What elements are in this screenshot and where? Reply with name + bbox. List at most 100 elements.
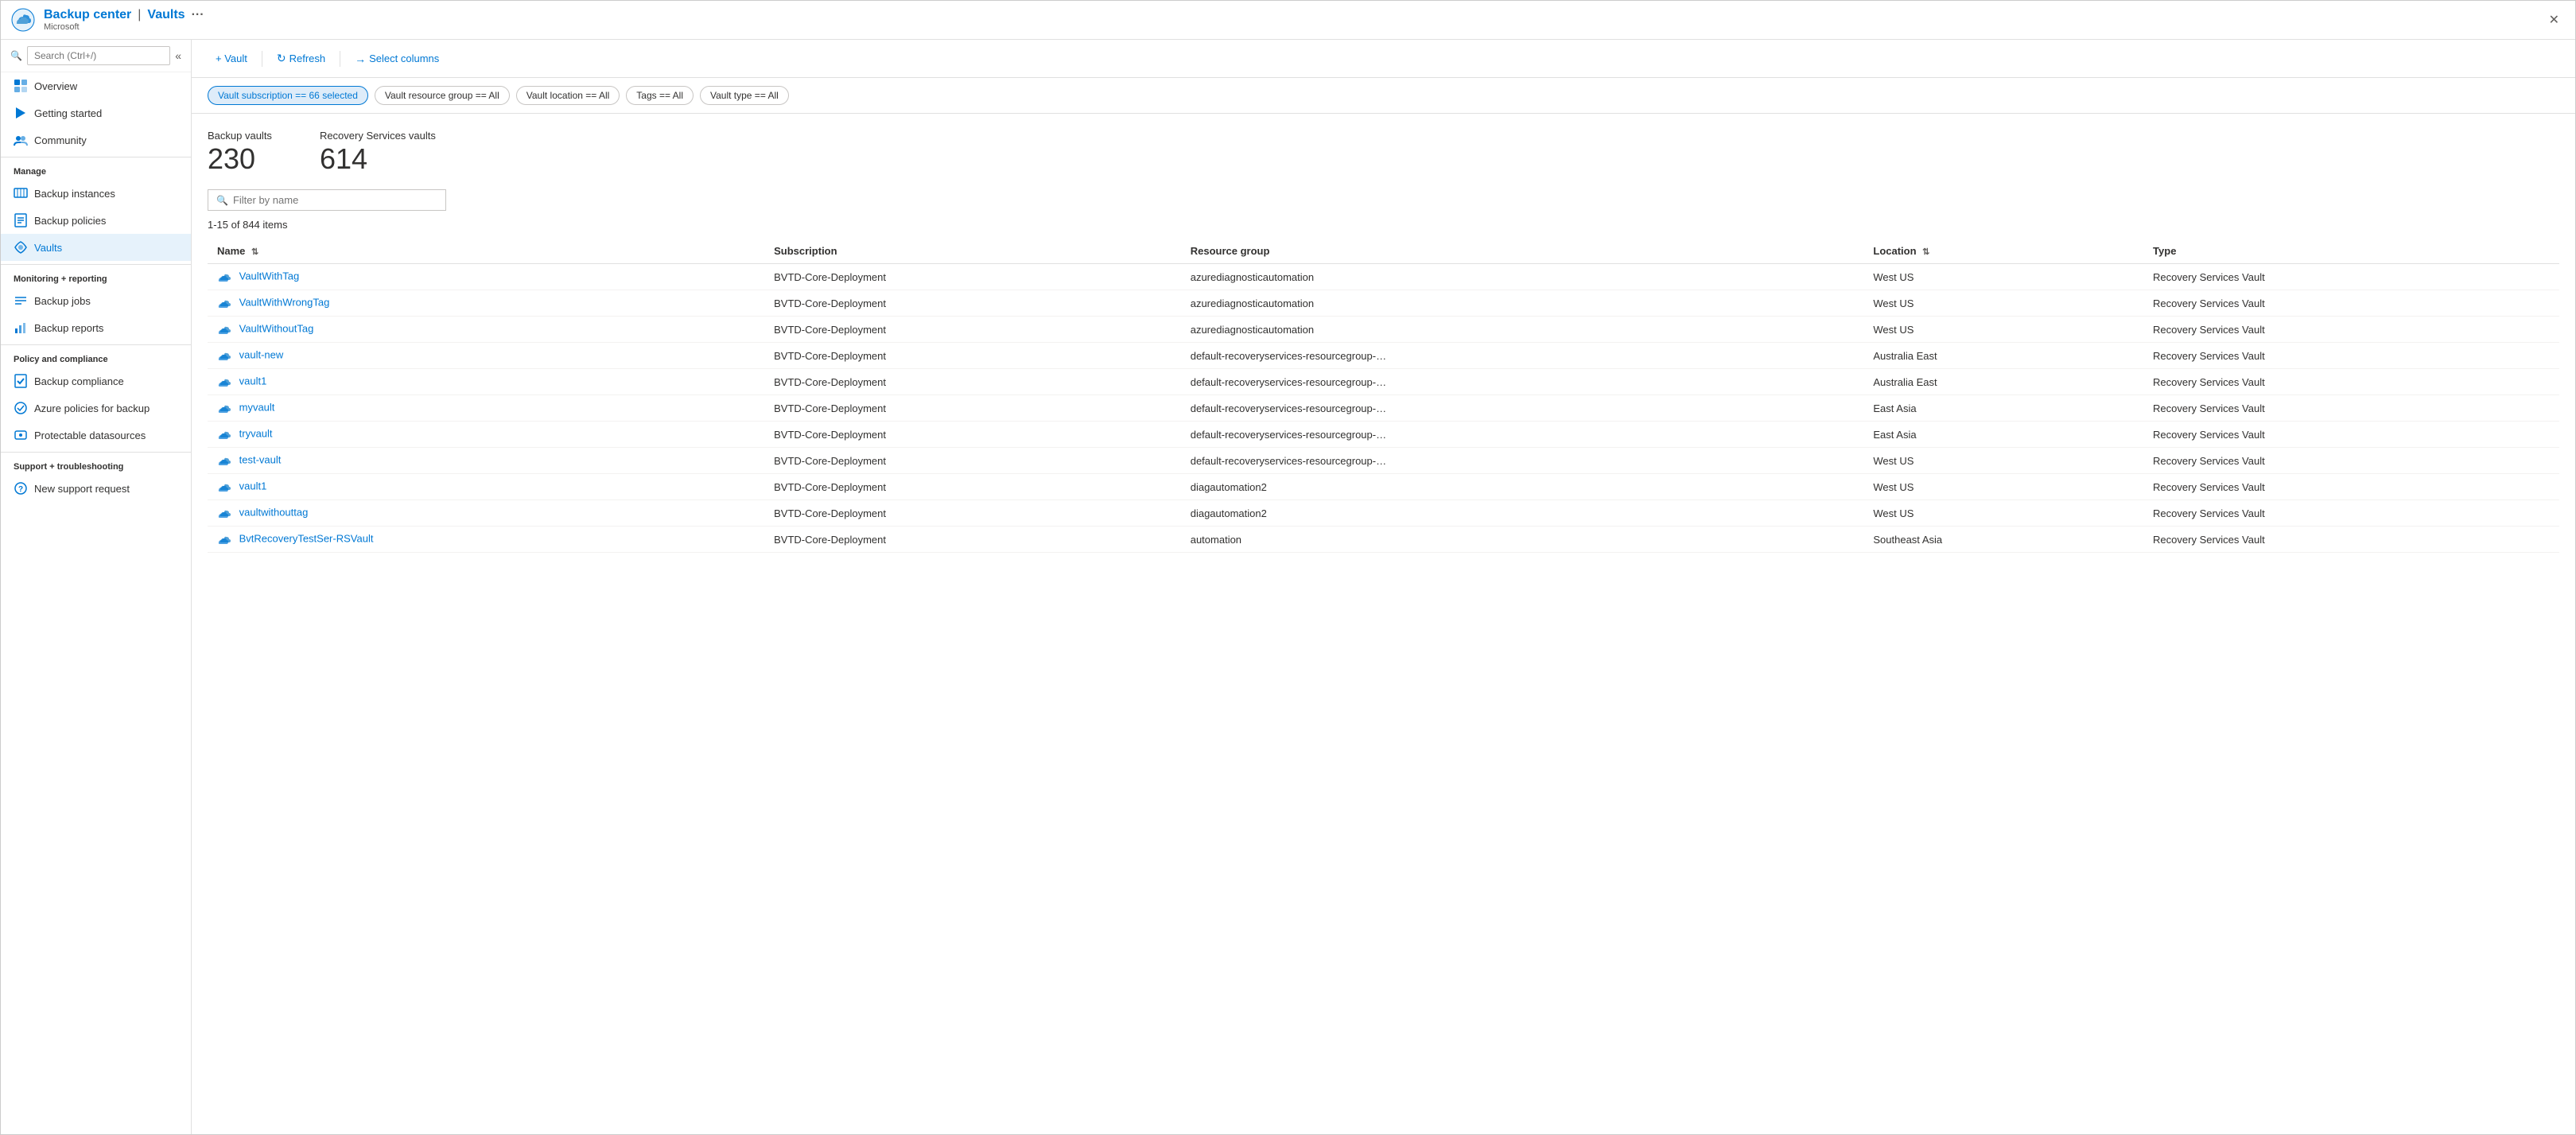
sidebar-item-community[interactable]: Community xyxy=(1,126,191,154)
refresh-icon: ↻ xyxy=(277,52,286,65)
title-bar-text: Backup center | Vaults ··· Microsoft xyxy=(44,8,2543,32)
sidebar-item-new-support-request[interactable]: ? New support request xyxy=(1,475,191,502)
search-input[interactable] xyxy=(27,46,170,65)
cell-type: Recovery Services Vault xyxy=(2143,500,2559,527)
close-button[interactable]: ✕ xyxy=(2543,9,2566,31)
vault-name-link[interactable]: test-vault xyxy=(239,453,282,465)
new-support-request-icon: ? xyxy=(14,481,28,496)
cell-resource-group: azurediagnosticautomation xyxy=(1181,317,1864,343)
filter-bar: Vault subscription == 66 selected Vault … xyxy=(192,78,2575,114)
column-header-name[interactable]: Name ⇅ xyxy=(208,239,764,264)
vaults-icon xyxy=(14,240,28,255)
cell-subscription: BVTD-Core-Deployment xyxy=(764,474,1181,500)
vault-name-link[interactable]: vaultwithouttag xyxy=(239,506,309,518)
filter-pill-vault-type[interactable]: Vault type == All xyxy=(700,86,789,105)
cell-type: Recovery Services Vault xyxy=(2143,369,2559,395)
section-header-manage: Manage xyxy=(1,157,191,180)
filter-by-name-input[interactable] xyxy=(233,194,437,206)
filter-input-container: 🔍 xyxy=(208,189,446,211)
sidebar-item-label: Protectable datasources xyxy=(34,430,146,441)
title-bar: Backup center | Vaults ··· Microsoft ✕ xyxy=(1,1,2575,40)
vault-name-link[interactable]: vault1 xyxy=(239,375,267,387)
sidebar-item-backup-jobs[interactable]: Backup jobs xyxy=(1,287,191,314)
cell-resource-group: azurediagnosticautomation xyxy=(1181,290,1864,317)
vault-name-link[interactable]: myvault xyxy=(239,401,275,413)
cell-name: vault-new xyxy=(208,343,764,369)
stat-label: Backup vaults xyxy=(208,130,272,142)
filter-pill-location[interactable]: Vault location == All xyxy=(516,86,620,105)
cell-type: Recovery Services Vault xyxy=(2143,395,2559,422)
filter-pill-resource-group[interactable]: Vault resource group == All xyxy=(375,86,510,105)
vault-name-link[interactable]: VaultWithTag xyxy=(239,270,300,282)
sidebar-item-label: Azure policies for backup xyxy=(34,402,150,414)
sidebar-item-label: Vaults xyxy=(34,242,62,254)
sidebar-item-protectable-datasources[interactable]: Protectable datasources xyxy=(1,422,191,449)
column-header-location[interactable]: Location ⇅ xyxy=(1863,239,2143,264)
sidebar-item-getting-started[interactable]: Getting started xyxy=(1,99,191,126)
stat-value: 614 xyxy=(320,145,436,173)
cell-type: Recovery Services Vault xyxy=(2143,474,2559,500)
column-header-subscription[interactable]: Subscription xyxy=(764,239,1181,264)
stat-backup-vaults: Backup vaults 230 xyxy=(208,130,272,173)
refresh-button[interactable]: ↻ Refresh xyxy=(269,48,333,69)
table-row: tryvault BVTD-Core-Deployment default-re… xyxy=(208,422,2559,448)
filter-pill-subscription[interactable]: Vault subscription == 66 selected xyxy=(208,86,368,105)
cell-resource-group: diagautomation2 xyxy=(1181,500,1864,527)
vault-name-link[interactable]: BvtRecoveryTestSer-RSVault xyxy=(239,532,374,544)
cell-resource-group: default-recoveryservices-resourcegroup-… xyxy=(1181,448,1864,474)
sidebar-item-label: Getting started xyxy=(34,107,102,119)
sidebar-collapse-button[interactable]: « xyxy=(175,49,181,62)
title-ellipsis[interactable]: ··· xyxy=(192,8,204,22)
table-row: myvault BVTD-Core-Deployment default-rec… xyxy=(208,395,2559,422)
cell-location: West US xyxy=(1863,500,2143,527)
vaults-table: Name ⇅ Subscription Resource group xyxy=(208,239,2559,553)
section-header-policy: Policy and compliance xyxy=(1,344,191,367)
cell-location: West US xyxy=(1863,290,2143,317)
column-header-resource-group[interactable]: Resource group xyxy=(1181,239,1864,264)
cell-subscription: BVTD-Core-Deployment xyxy=(764,500,1181,527)
table-row: VaultWithoutTag BVTD-Core-Deployment azu… xyxy=(208,317,2559,343)
vault-name-link[interactable]: VaultWithWrongTag xyxy=(239,296,330,308)
sidebar-item-backup-instances[interactable]: Backup instances xyxy=(1,180,191,207)
cell-type: Recovery Services Vault xyxy=(2143,448,2559,474)
items-count: 1-15 of 844 items xyxy=(208,219,2559,231)
sidebar-item-vaults[interactable]: Vaults xyxy=(1,234,191,261)
select-columns-button[interactable]: → Select columns xyxy=(347,49,447,69)
content-area: 🔍 1-15 of 844 items Name ⇅ xyxy=(192,181,2575,1134)
main-content: + Vault ↻ Refresh → Select columns Vault… xyxy=(192,40,2575,1134)
cell-resource-group: azurediagnosticautomation xyxy=(1181,264,1864,290)
sidebar-item-backup-reports[interactable]: Backup reports xyxy=(1,314,191,341)
backup-reports-icon xyxy=(14,321,28,335)
sidebar-item-label: Backup jobs xyxy=(34,295,91,307)
vault-name-link[interactable]: vault-new xyxy=(239,348,284,360)
column-header-type[interactable]: Type xyxy=(2143,239,2559,264)
cell-name: vault1 xyxy=(208,474,764,500)
cell-subscription: BVTD-Core-Deployment xyxy=(764,343,1181,369)
cell-location: Southeast Asia xyxy=(1863,527,2143,553)
filter-label: Vault resource group == All xyxy=(385,90,499,101)
toolbar: + Vault ↻ Refresh → Select columns xyxy=(192,40,2575,78)
stat-label: Recovery Services vaults xyxy=(320,130,436,142)
table-header-row: Name ⇅ Subscription Resource group xyxy=(208,239,2559,264)
section-header-support: Support + troubleshooting xyxy=(1,452,191,475)
sidebar-item-overview[interactable]: Overview xyxy=(1,72,191,99)
add-vault-button[interactable]: + Vault xyxy=(208,49,255,68)
community-icon xyxy=(14,133,28,147)
filter-pill-tags[interactable]: Tags == All xyxy=(626,86,694,105)
sidebar-item-backup-compliance[interactable]: Backup compliance xyxy=(1,367,191,395)
vault-name-link[interactable]: tryvault xyxy=(239,427,273,439)
cell-type: Recovery Services Vault xyxy=(2143,527,2559,553)
cell-subscription: BVTD-Core-Deployment xyxy=(764,527,1181,553)
section-header-monitoring: Monitoring + reporting xyxy=(1,264,191,287)
search-icon: 🔍 xyxy=(10,50,22,61)
table-row: VaultWithWrongTag BVTD-Core-Deployment a… xyxy=(208,290,2559,317)
title-separator: | xyxy=(138,8,141,22)
app-name: Backup center xyxy=(44,8,131,22)
vault-name-link[interactable]: vault1 xyxy=(239,480,267,492)
sidebar-item-azure-policies[interactable]: Azure policies for backup xyxy=(1,395,191,422)
cell-subscription: BVTD-Core-Deployment xyxy=(764,369,1181,395)
sidebar-item-backup-policies[interactable]: Backup policies xyxy=(1,207,191,234)
arrow-icon: → xyxy=(355,52,366,65)
vault-name-link[interactable]: VaultWithoutTag xyxy=(239,322,314,334)
cell-location: East Asia xyxy=(1863,395,2143,422)
